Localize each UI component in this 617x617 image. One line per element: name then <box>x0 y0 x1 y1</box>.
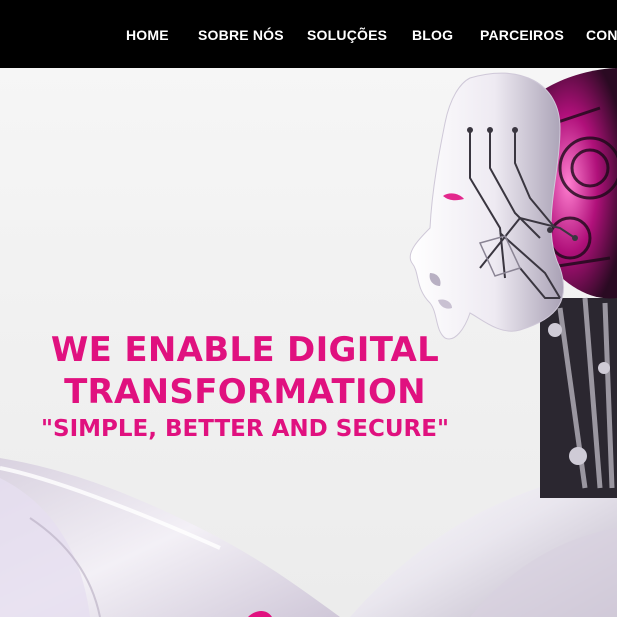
nav-item-contato[interactable]: CON <box>586 27 617 43</box>
nav-item-home[interactable]: HOME <box>126 27 169 43</box>
nav-item-blog[interactable]: BLOG <box>412 27 453 43</box>
nav-item-sobre-nos[interactable]: SOBRE NÓS <box>198 27 284 43</box>
hero-headline-line-2: TRANSFORMATION <box>64 372 426 412</box>
hero-headline-block: WE ENABLE DIGITAL TRANSFORMATION "SIMPLE… <box>20 330 470 444</box>
nav-item-solucoes[interactable]: SOLUÇÕES <box>307 27 387 43</box>
hero-headline-line-1: WE ENABLE DIGITAL <box>50 330 440 370</box>
page: HOME SOBRE NÓS SOLUÇÕES BLOG PARCEIROS C… <box>0 0 617 617</box>
top-navigation-bar: HOME SOBRE NÓS SOLUÇÕES BLOG PARCEIROS C… <box>0 0 617 68</box>
nav-item-parceiros[interactable]: PARCEIROS <box>480 27 564 43</box>
hero-tagline: "SIMPLE, BETTER AND SECURE" <box>41 416 449 442</box>
